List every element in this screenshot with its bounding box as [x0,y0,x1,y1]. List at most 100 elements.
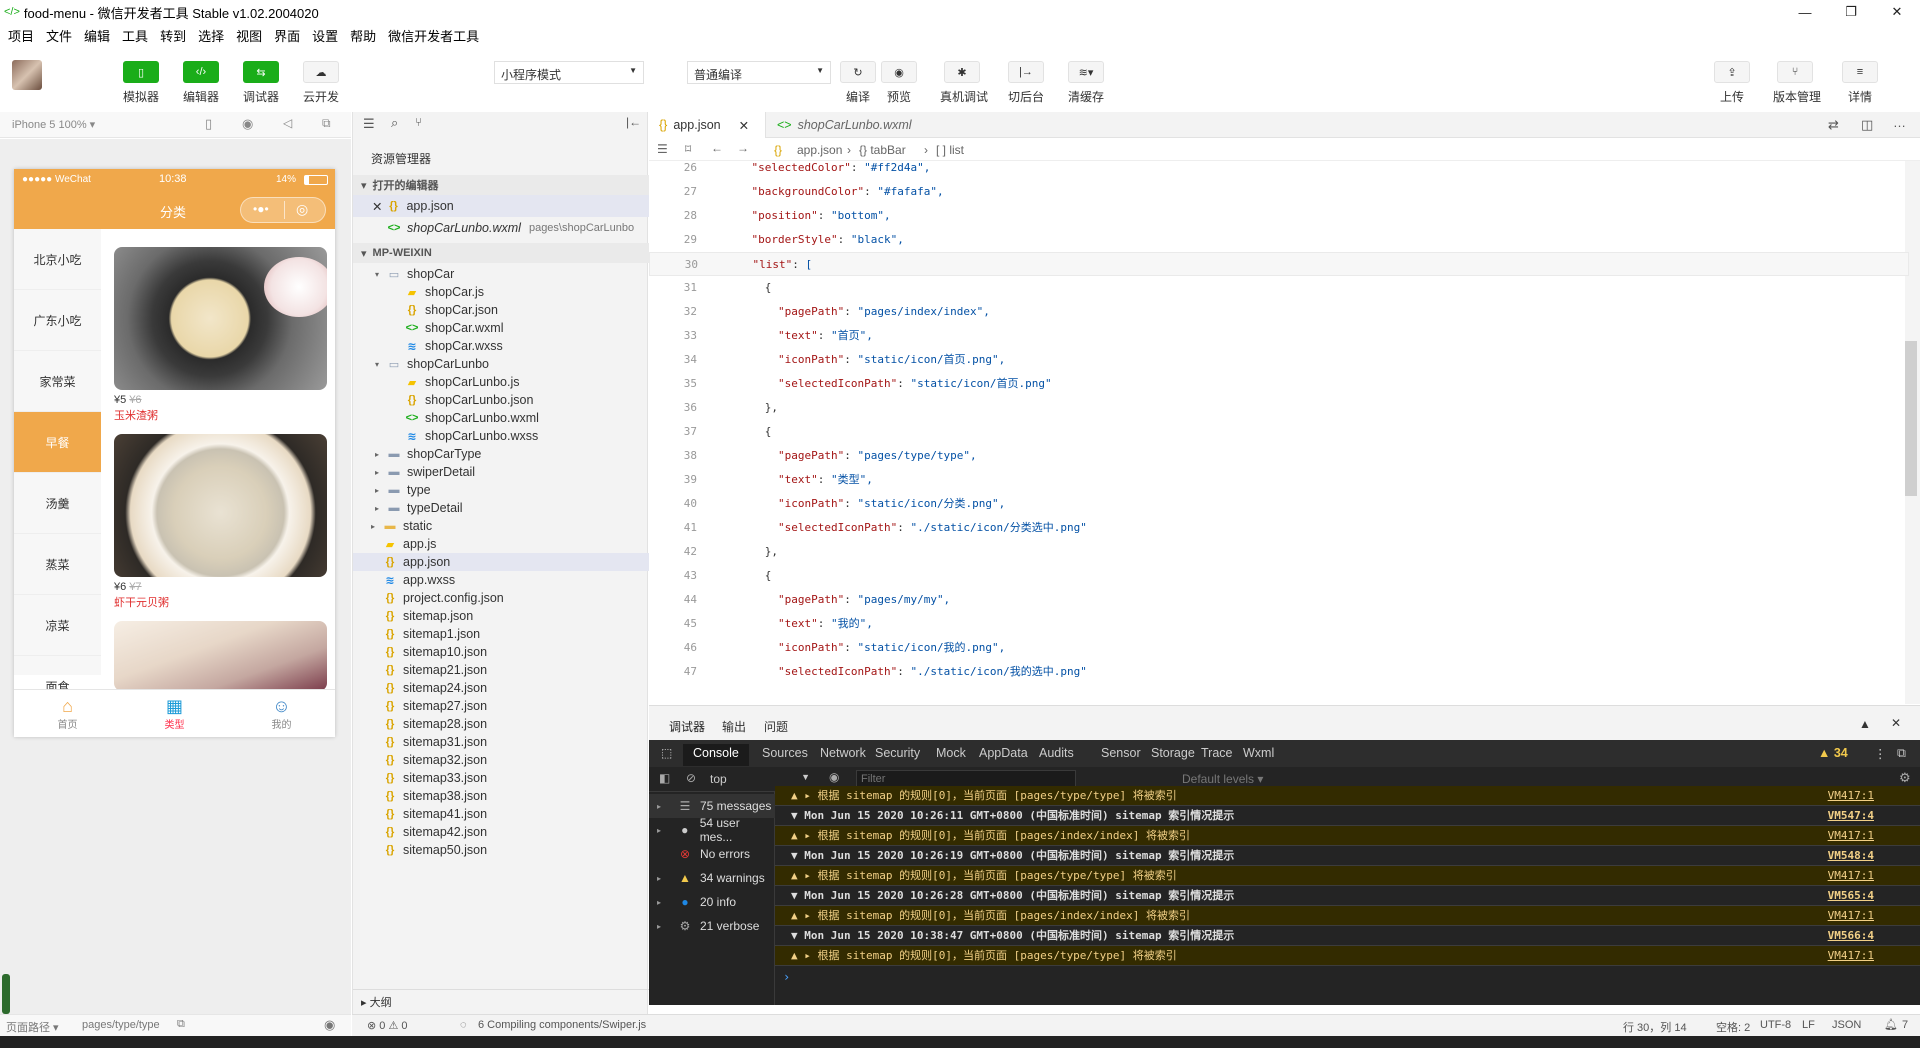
tree-item[interactable]: ▾ ▭ shopCar [353,265,649,283]
details-button[interactable]: ≡ 详情 [1838,61,1882,105]
problems-count[interactable]: ⊗ 0 ⚠ 0 [367,1019,407,1032]
log-entry[interactable]: ▲ ▸ 根据 sitemap 的规则[0]，当前页面 [pages/type/t… [775,786,1920,806]
encoding[interactable]: UTF-8 [1760,1019,1791,1031]
menu-item[interactable]: 文件 [46,26,72,45]
log-entry[interactable]: ▼ Mon Jun 15 2020 10:26:11 GMT+0800 (中国标… [775,806,1920,826]
tree-item[interactable]: ▸ ▬ type [353,481,649,499]
category-item[interactable]: 凉菜 [14,595,101,656]
popout-icon[interactable]: ⧉ [322,116,331,131]
devtools-tab-trace[interactable]: Trace [1201,746,1233,760]
outline-section[interactable]: ▸ 大纲 [361,994,392,1010]
tab-problems[interactable]: 问题 [764,718,788,735]
preview-button[interactable]: ◉ 预览 [877,61,921,105]
background-button[interactable]: |→ 切后台 [1004,61,1048,105]
tree-item[interactable]: ▰ shopCar.js [353,283,649,301]
tree-item[interactable]: {} sitemap.json [353,607,649,625]
tree-item[interactable]: <> shopCar.wxml [353,319,649,337]
maximize-button[interactable]: ❐ [1828,0,1874,24]
log-source-link[interactable]: VM547:4 [1828,806,1874,826]
forward-icon[interactable]: → [737,141,749,155]
devtools-tab-sensor[interactable]: Sensor [1101,746,1141,760]
log-source-link[interactable]: VM565:4 [1828,886,1874,906]
tab-mine[interactable]: ☺ 我的 [228,690,335,737]
close-icon[interactable]: ✕ [739,118,749,133]
compile-mode-select[interactable]: 普通编译 ▼ [687,61,831,84]
collapse-panel-icon[interactable]: |← [626,115,641,129]
log-entry[interactable]: ▼ Mon Jun 15 2020 10:38:47 GMT+0800 (中国标… [775,926,1920,946]
devtools-tab-sources[interactable]: Sources [762,746,808,760]
close-icon[interactable]: ✕ [372,199,382,214]
remote-debug-button[interactable]: ✱ 真机调试 [940,61,988,105]
branch-icon[interactable]: ⑂ [415,115,422,129]
tree-item[interactable]: ▸ ▬ swiperDetail [353,463,649,481]
category-item[interactable]: 汤羹 [14,473,101,534]
devtools-tab-audits[interactable]: Audits [1039,746,1074,760]
list-icon[interactable]: ☰ [657,142,668,156]
menu-item[interactable]: 编辑 [84,26,110,45]
copy-icon[interactable]: ⧉ [177,1018,185,1031]
food-image[interactable] [114,434,327,577]
cloud-dev-button[interactable]: ☁ 云开发 [299,61,343,105]
editor-button[interactable]: ‹/› 编辑器 [179,61,223,105]
category-item[interactable]: 家常菜 [14,351,101,412]
close-window-button[interactable]: ✕ [1874,0,1920,24]
phone-icon[interactable]: ▯ [205,116,212,132]
back-icon[interactable]: ← [711,141,723,155]
tree-item[interactable]: {} sitemap27.json [353,697,649,715]
open-editors-section[interactable]: ▾ 打开的编辑器 [353,175,649,195]
tree-item[interactable]: {} project.config.json [353,589,649,607]
log-source-link[interactable]: VM417:1 [1828,866,1874,886]
devtools-tab-network[interactable]: Network [820,746,866,760]
simulator-button[interactable]: ▯ 模拟器 [119,61,163,105]
tree-item[interactable]: {} sitemap31.json [353,733,649,751]
tree-item[interactable]: {} shopCarLunbo.json [353,391,649,409]
log-entry[interactable]: ▲ ▸ 根据 sitemap 的规则[0]，当前页面 [pages/index/… [775,906,1920,926]
log-source-link[interactable]: VM417:1 [1828,946,1874,966]
tree-item[interactable]: {} sitemap33.json [353,769,649,787]
tree-item[interactable]: ▸ ▬ static [353,517,649,535]
open-file-item[interactable]: <> shopCarLunbo.wxml pages\shopCarLunbo [353,217,649,239]
tree-item[interactable]: {} sitemap24.json [353,679,649,697]
tab-debugger[interactable]: 调试器 [669,718,705,735]
minimize-button[interactable]: — [1782,0,1828,24]
bell-icon[interactable]: 🔔︎ [1884,1018,1898,1031]
devtools-tab-mock[interactable]: Mock [936,746,966,760]
menu-item[interactable]: 视图 [236,26,262,45]
undock-icon[interactable]: ⧉ [1897,746,1906,761]
tree-item[interactable]: {} sitemap50.json [353,841,649,859]
page-path-label[interactable]: 页面路径 ▾ [6,1019,59,1035]
tree-item[interactable]: ≋ shopCar.wxss [353,337,649,355]
tree-item[interactable]: {} app.json [353,553,649,571]
menu-item[interactable]: 项目 [8,26,34,45]
menu-item[interactable]: 帮助 [350,26,376,45]
menu-item[interactable]: 选择 [198,26,224,45]
open-file-item[interactable]: ✕{} app.json [353,195,649,217]
project-section[interactable]: ▾ MP-WEIXIN [353,243,649,263]
close-icon[interactable]: ✕ [1891,716,1901,730]
split-compare-icon[interactable]: ⇄ [1828,117,1839,133]
log-source-link[interactable]: VM417:1 [1828,826,1874,846]
cursor-position[interactable]: 行 30，列 14 [1623,1019,1687,1035]
sidebar-toggle-icon[interactable]: ◧ [659,771,670,785]
devtools-tab-console[interactable]: Console [683,744,749,766]
menu-item[interactable]: 设置 [312,26,338,45]
log-source-link[interactable]: VM566:4 [1828,926,1874,946]
tree-item[interactable]: <> shopCarLunbo.wxml [353,409,649,427]
capsule-button[interactable]: •●• ◎ [240,197,326,223]
tree-item[interactable]: ▰ shopCarLunbo.js [353,373,649,391]
upload-button[interactable]: ⇪ 上传 [1710,61,1754,105]
indentation[interactable]: 空格: 2 [1716,1019,1750,1035]
tab-type[interactable]: ▦ 类型 [121,690,228,737]
tree-item[interactable]: {} sitemap41.json [353,805,649,823]
version-button[interactable]: ⑂ 版本管理 [1773,61,1821,105]
more-icon[interactable]: … [1893,115,1906,130]
devtools-tab-security[interactable]: Security [875,746,920,760]
tree-item[interactable]: {} sitemap42.json [353,823,649,841]
more-icon[interactable]: ⋮ [1874,746,1887,761]
tab-app-json[interactable]: {} app.json ✕ [649,112,766,138]
eye-icon[interactable]: ◉ [829,770,839,784]
menu-item[interactable]: 转到 [160,26,186,45]
category-item[interactable]: 早餐 [14,412,101,473]
code-editor[interactable]: 26 "selectedColor": "#ff2d4a", 27 "backgr… [649,161,1920,704]
settings-gear-icon[interactable]: ⚙ [1899,770,1911,786]
